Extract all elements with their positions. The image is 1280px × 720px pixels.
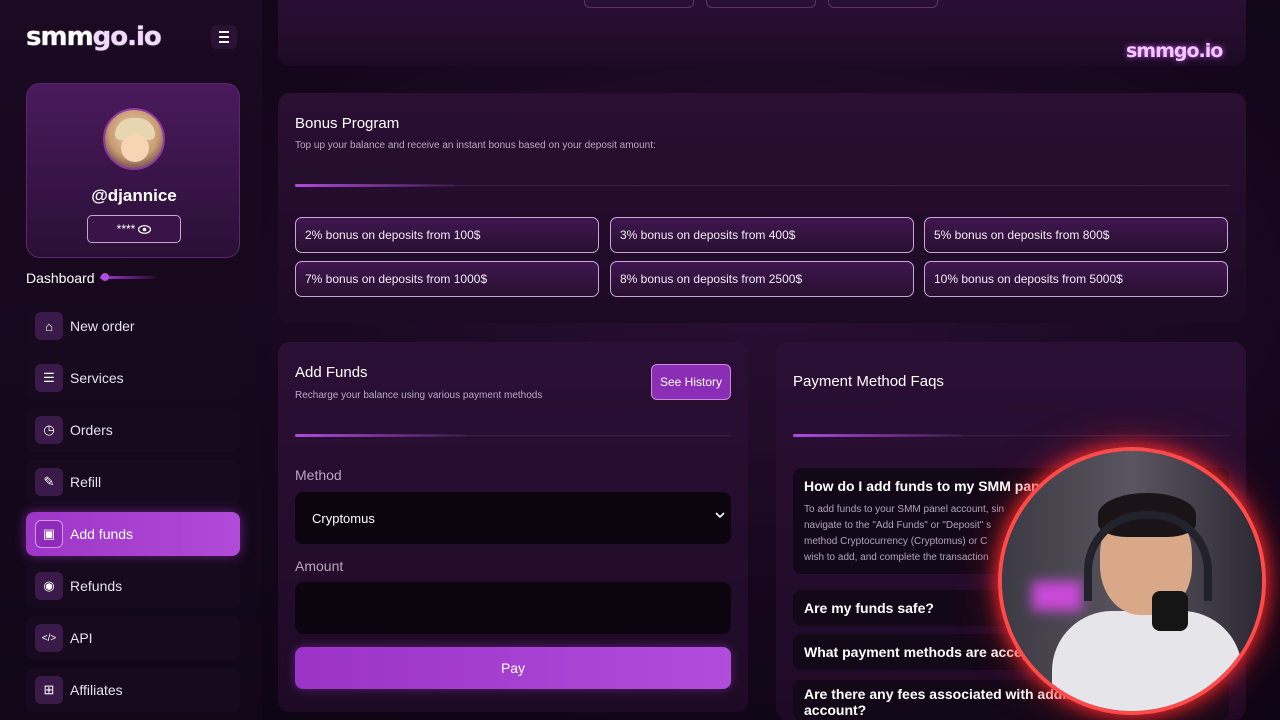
faq-question: Are my funds safe? (804, 600, 934, 616)
amount-input[interactable] (295, 582, 731, 634)
faq-title: Payment Method Faqs (793, 373, 944, 390)
method-select[interactable]: Cryptomus (295, 492, 731, 544)
method-label: Method (295, 467, 342, 483)
nav-label: New order (70, 318, 135, 334)
nav-add-funds[interactable]: ▣ Add funds (26, 512, 240, 556)
wallet-icon: ▣ (35, 520, 63, 548)
see-history-button[interactable]: See History (651, 364, 731, 400)
nav-label: Refunds (70, 578, 123, 594)
nav-affiliates[interactable]: ⊞ Affiliates (26, 668, 240, 712)
refund-icon: ◉ (35, 572, 63, 600)
nav-label: Add funds (70, 526, 134, 542)
bonus-tier: 2% bonus on deposits from 100$ (295, 217, 599, 253)
bonus-tier: 5% bonus on deposits from 800$ (924, 217, 1228, 253)
list-icon: ☰ (35, 364, 63, 392)
nav-services[interactable]: ☰ Services (26, 356, 240, 400)
home-icon: ⌂ (35, 312, 63, 340)
bonus-program-card: Bonus Program Top up your balance and re… (278, 93, 1246, 323)
faq-question: What payment methods are accept (804, 644, 1036, 660)
nav-new-order[interactable]: ⌂ New order (26, 304, 240, 348)
password-mask: **** (116, 222, 136, 236)
add-funds-card: Add Funds Recharge your balance using va… (278, 342, 748, 712)
bonus-title: Bonus Program (295, 115, 400, 132)
dashboard-dot (101, 273, 109, 281)
nav-label: Refill (70, 474, 102, 490)
bonus-tier: 10% bonus on deposits from 5000$ (924, 261, 1228, 297)
divider-accent (793, 434, 963, 437)
profile-card: @djannice **** (26, 83, 240, 258)
logo[interactable]: smmgo.io (26, 22, 162, 52)
sidebar: smmgo.io @djannice **** Dashboard ⌂ New … (0, 0, 262, 720)
pay-button[interactable]: Pay (295, 647, 731, 689)
brand-watermark: smmgo.io (1126, 40, 1223, 62)
eye-icon (138, 224, 152, 234)
nav-api[interactable]: </> API (26, 616, 240, 660)
logo-accent: go.io (92, 22, 162, 52)
nav-orders[interactable]: ◷ Orders (26, 408, 240, 452)
add-funds-subtitle: Recharge your balance using various paym… (295, 390, 543, 401)
divider-accent (295, 434, 465, 437)
webcam-overlay (998, 447, 1266, 715)
top-panel (278, 0, 1246, 66)
hamburger-icon (219, 31, 229, 33)
logo-main: smm (26, 22, 94, 52)
clock-icon: ◷ (35, 416, 63, 444)
nav-label: API (70, 630, 93, 646)
dashboard-label: Dashboard (26, 270, 95, 286)
bonus-subtitle: Top up your balance and receive an insta… (295, 140, 656, 151)
bonus-tier: 3% bonus on deposits from 400$ (610, 217, 914, 253)
top-tab[interactable] (828, 0, 938, 8)
add-funds-title: Add Funds (295, 364, 368, 381)
top-tab[interactable] (706, 0, 816, 8)
password-reveal-button[interactable]: **** (87, 215, 181, 243)
nav-refunds[interactable]: ◉ Refunds (26, 564, 240, 608)
menu-toggle-button[interactable] (211, 25, 237, 49)
avatar (103, 108, 165, 170)
chevron-down-icon (715, 512, 725, 519)
method-value: Cryptomus (312, 510, 375, 526)
nav-refill[interactable]: ✎ Refill (26, 460, 240, 504)
nav-label: Services (70, 370, 124, 386)
microphone (1152, 591, 1188, 631)
divider-accent (295, 184, 455, 187)
nav-label: Orders (70, 422, 113, 438)
pencil-icon: ✎ (35, 468, 63, 496)
top-tab[interactable] (584, 0, 694, 8)
bonus-tier: 7% bonus on deposits from 1000$ (295, 261, 599, 297)
gift-icon: ⊞ (35, 676, 63, 704)
amount-label: Amount (295, 558, 344, 574)
bonus-tier: 8% bonus on deposits from 2500$ (610, 261, 914, 297)
username: @djannice (91, 186, 177, 205)
code-icon: </> (35, 624, 63, 652)
nav-label: Affiliates (70, 682, 123, 698)
person-shirt (1052, 611, 1242, 711)
